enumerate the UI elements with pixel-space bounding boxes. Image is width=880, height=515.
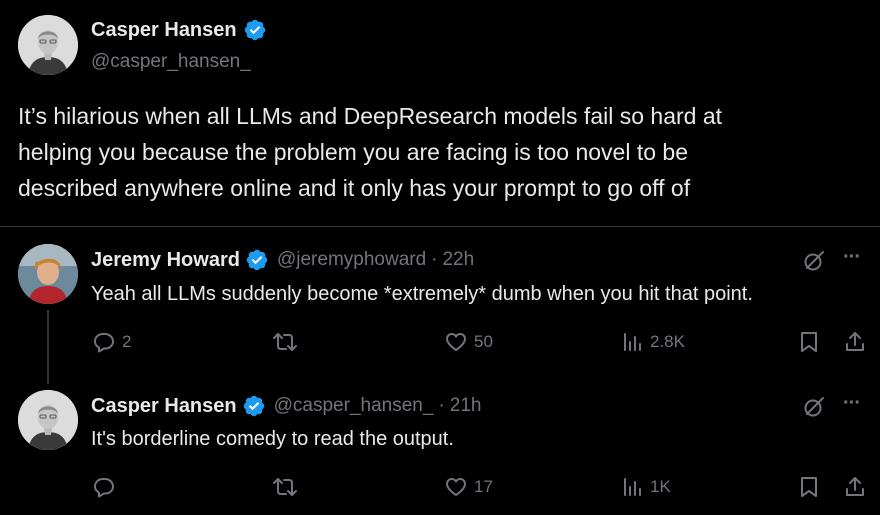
retweet-icon (273, 478, 297, 496)
main-avatar[interactable] (18, 15, 78, 75)
reply-1-time[interactable]: 22h (442, 249, 474, 271)
share-icon (846, 477, 864, 496)
reply-2-author-name[interactable]: Casper Hansen (91, 395, 237, 418)
reply-1-handle[interactable]: @jeremyphoward (277, 249, 426, 271)
reply-1-avatar[interactable] (18, 244, 78, 304)
avatar-portrait-icon (18, 390, 78, 450)
grok-icon (804, 251, 824, 271)
avatar-portrait-icon (18, 244, 78, 304)
reply-2-share-button[interactable] (843, 475, 867, 499)
reply-2-like-count: 17 (474, 477, 493, 496)
reply-1-bookmark-button[interactable] (798, 330, 820, 354)
reply-2-text: It's borderline comedy to read the outpu… (91, 428, 454, 450)
reply-1-views-button[interactable]: 2.8K (622, 330, 685, 354)
reply-1-like-count: 50 (474, 332, 493, 351)
reply-2-view-count: 1K (650, 477, 671, 496)
reply-1-grok-button[interactable] (802, 249, 826, 273)
reply-1-reply-count: 2 (122, 332, 132, 351)
views-icon (624, 478, 641, 496)
divider (0, 226, 880, 227)
main-author-name[interactable]: Casper Hansen (91, 18, 267, 42)
reply-2-more-button[interactable]: ··· (843, 392, 861, 415)
bookmark-icon (801, 477, 817, 497)
reply-1-retweet-button[interactable] (272, 330, 298, 354)
avatar-portrait-icon (18, 15, 78, 75)
reply-1-view-count: 2.8K (650, 332, 685, 351)
reply-1-share-button[interactable] (843, 330, 867, 354)
reply-1-separator: · (431, 249, 438, 270)
reply-1-reply-button[interactable]: 2 (92, 330, 131, 354)
reply-2-views-button[interactable]: 1K (622, 475, 671, 499)
reply-2-bookmark-button[interactable] (798, 475, 820, 499)
reply-1-like-button[interactable]: 50 (444, 330, 493, 354)
reply-1-author-name[interactable]: Jeremy Howard (91, 249, 240, 272)
main-author-handle[interactable]: @casper_hansen_ (91, 51, 251, 73)
reply-2-avatar[interactable] (18, 390, 78, 450)
reply-2-time[interactable]: 21h (450, 395, 482, 417)
reply-2-like-button[interactable]: 17 (444, 475, 493, 499)
verified-badge-icon (243, 395, 264, 417)
verified-badge-icon (244, 19, 265, 41)
retweet-icon (273, 333, 297, 351)
reply-1-header: Jeremy Howard @jeremyphoward · 22h (91, 248, 474, 272)
grok-icon (804, 397, 824, 417)
main-tweet-line-3: described anywhere online and it only ha… (18, 175, 691, 201)
reply-2-header: Casper Hansen @casper_hansen_ · 21h (91, 394, 481, 418)
main-tweet-line-2: helping you because the problem you are … (18, 139, 688, 165)
bookmark-icon (801, 332, 817, 352)
verified-badge-icon (246, 249, 268, 271)
main-author-name-text[interactable]: Casper Hansen (91, 19, 237, 42)
reply-2-reply-button[interactable] (92, 475, 116, 499)
reply-icon (94, 478, 114, 498)
main-tweet-text: It’s hilarious when all LLMs and DeepRes… (18, 98, 722, 206)
reply-2-retweet-button[interactable] (272, 475, 298, 499)
reply-2-separator: · (438, 395, 445, 416)
like-icon (446, 478, 466, 496)
like-icon (446, 333, 466, 351)
views-icon (624, 333, 641, 351)
reply-2-grok-button[interactable] (802, 395, 826, 419)
reply-2-handle[interactable]: @casper_hansen_ (274, 395, 434, 417)
reply-1-text: Yeah all LLMs suddenly become *extremely… (91, 283, 753, 305)
thread-line (47, 310, 49, 384)
share-icon (846, 332, 864, 351)
reply-icon (94, 333, 114, 353)
reply-1-more-button[interactable]: ··· (843, 246, 861, 269)
main-tweet-line-1: It’s hilarious when all LLMs and DeepRes… (18, 103, 723, 129)
